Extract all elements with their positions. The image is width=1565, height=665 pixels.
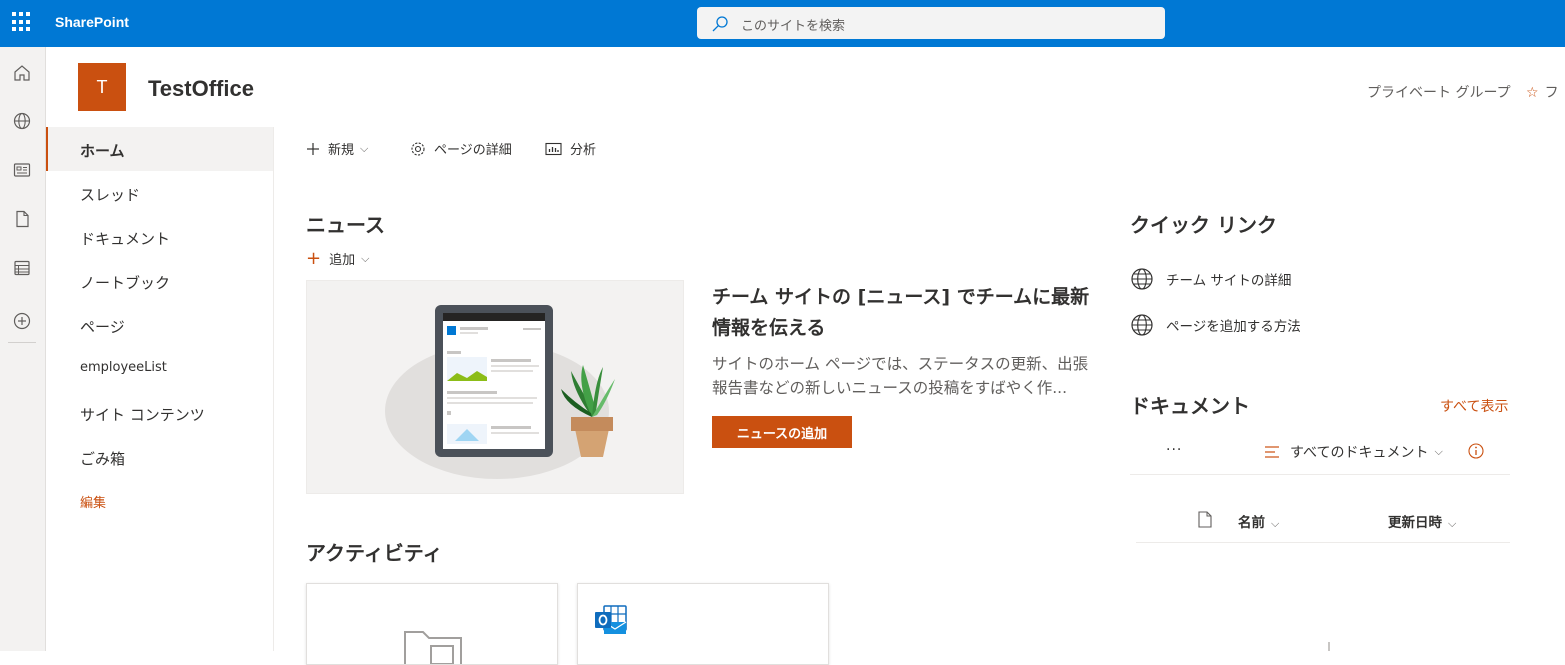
chevron-down-icon: ⌵ — [360, 141, 369, 155]
nav-item-employeelist[interactable]: employeeList — [46, 347, 273, 391]
app-rail — [0, 47, 46, 651]
column-modified-label: 更新日時 — [1388, 515, 1442, 531]
plus-icon — [307, 142, 319, 155]
quick-link-label: ページを追加する方法 — [1166, 319, 1301, 335]
new-button[interactable]: 新規 ⌵ — [306, 139, 368, 158]
news-headline[interactable]: チーム サイトの [ニュース] でチームに最新情報を伝える — [712, 282, 1092, 344]
add-news-button[interactable]: + 追加 ⌵ — [306, 249, 369, 268]
site-navigation: ホーム スレッド ドキュメント ノートブック ページ employeeList … — [46, 127, 274, 651]
news-heading: ニュース — [306, 213, 385, 237]
nav-item-recycle-bin[interactable]: ごみ箱 — [46, 435, 273, 479]
site-logo[interactable]: T — [78, 63, 126, 111]
nav-item-site-contents[interactable]: サイト コンテンツ — [46, 391, 273, 435]
nav-item-label: ごみ箱 — [80, 450, 126, 468]
plus-icon: + — [306, 247, 322, 269]
nav-item-label: employeeList — [80, 360, 167, 375]
chevron-down-icon: ⌵ — [1434, 445, 1443, 458]
view-selector-label: すべてのドキュメント — [1290, 445, 1429, 461]
new-label: 新規 — [328, 143, 355, 158]
quick-link-item[interactable]: チーム サイトの詳細 — [1130, 267, 1291, 291]
column-modified-header[interactable]: 更新日時 ⌵ — [1388, 511, 1456, 531]
suite-bar: SharePoint このサイトを検索 — [0, 0, 1565, 47]
star-icon: ☆ — [1526, 85, 1539, 101]
app-launcher-icon[interactable] — [12, 12, 32, 32]
search-icon — [712, 16, 728, 32]
globe-icon — [1131, 268, 1153, 290]
follow-label: フ — [1544, 85, 1559, 101]
see-all-link[interactable]: すべて表示 — [1440, 396, 1508, 416]
search-placeholder: このサイトを検索 — [741, 19, 846, 34]
nav-item-label: サイト コンテンツ — [80, 406, 205, 424]
create-icon[interactable] — [12, 311, 32, 331]
documents-heading: ドキュメント — [1130, 394, 1250, 418]
nav-item-threads[interactable]: スレッド — [46, 171, 273, 215]
nav-item-notebook[interactable]: ノートブック — [46, 259, 273, 303]
documents-column-header: 名前 ⌵ 更新日時 ⌵ — [1136, 500, 1510, 543]
lists-icon[interactable] — [12, 258, 32, 278]
news-illustration — [306, 280, 684, 494]
add-news-label: 追加 — [329, 253, 356, 268]
nav-item-label: ページ — [80, 318, 125, 336]
news-description: サイトのホーム ページでは、ステータスの更新、出張報告書などの新しいニュースの投… — [712, 355, 1089, 397]
column-name-label: 名前 — [1238, 515, 1265, 531]
quick-link-item[interactable]: ページを追加する方法 — [1130, 313, 1301, 337]
documents-toolbar: ··· すべてのドキュメント ⌵ — [1130, 432, 1510, 475]
file-type-icon — [1198, 511, 1212, 528]
add-news-cta-button[interactable]: ニュースの追加 — [712, 416, 852, 448]
analytics-button[interactable]: 分析 — [545, 139, 596, 158]
view-selector[interactable]: すべてのドキュメント ⌵ — [1264, 442, 1443, 462]
search-input[interactable]: このサイトを検索 — [697, 7, 1165, 39]
analytics-icon — [545, 142, 562, 155]
scrollbar-handle[interactable] — [1328, 642, 1330, 651]
chevron-down-icon: ⌵ — [361, 251, 370, 265]
outlook-icon — [595, 605, 627, 634]
site-title[interactable]: TestOffice — [148, 76, 254, 102]
news-icon[interactable] — [12, 160, 32, 180]
nav-item-documents[interactable]: ドキュメント — [46, 215, 273, 259]
brand-name[interactable]: SharePoint — [55, 14, 129, 30]
analytics-label: 分析 — [570, 143, 597, 158]
home-icon[interactable] — [12, 63, 32, 83]
activity-heading: アクティビティ — [306, 541, 443, 565]
globe-icon[interactable] — [12, 111, 32, 131]
nav-item-label: スレッド — [80, 186, 141, 204]
activity-card[interactable] — [577, 583, 829, 665]
activity-card[interactable] — [306, 583, 558, 665]
page-details-label: ページの詳細 — [434, 143, 512, 158]
nav-item-label: ホーム — [80, 142, 125, 160]
nav-item-label: ノートブック — [80, 274, 171, 292]
file-icon[interactable] — [12, 209, 32, 229]
privacy-label: プライベート グループ — [1367, 85, 1511, 101]
nav-item-pages[interactable]: ページ — [46, 303, 273, 347]
nav-item-label: 編集 — [80, 496, 107, 511]
info-icon[interactable] — [1468, 443, 1484, 459]
chevron-down-icon: ⌵ — [1271, 517, 1280, 530]
nav-item-home[interactable]: ホーム — [46, 127, 273, 171]
view-options-icon — [1265, 446, 1279, 458]
more-options-button[interactable]: ··· — [1166, 442, 1182, 458]
quick-link-label: チーム サイトの詳細 — [1166, 273, 1292, 289]
page-details-button[interactable]: ページの詳細 — [410, 139, 512, 158]
globe-icon — [1131, 314, 1153, 336]
rail-divider — [8, 342, 36, 343]
nav-item-label: ドキュメント — [80, 230, 171, 248]
nav-edit-link[interactable]: 編集 — [46, 479, 273, 523]
column-name-header[interactable]: 名前 ⌵ — [1238, 511, 1279, 531]
chevron-down-icon: ⌵ — [1448, 517, 1457, 530]
folder-icon — [404, 631, 462, 664]
quick-links-heading: クイック リンク — [1130, 213, 1277, 237]
gear-icon — [411, 141, 425, 156]
tablet-plant-illustration — [385, 305, 615, 479]
follow-button[interactable]: ☆ フ — [1526, 82, 1559, 102]
